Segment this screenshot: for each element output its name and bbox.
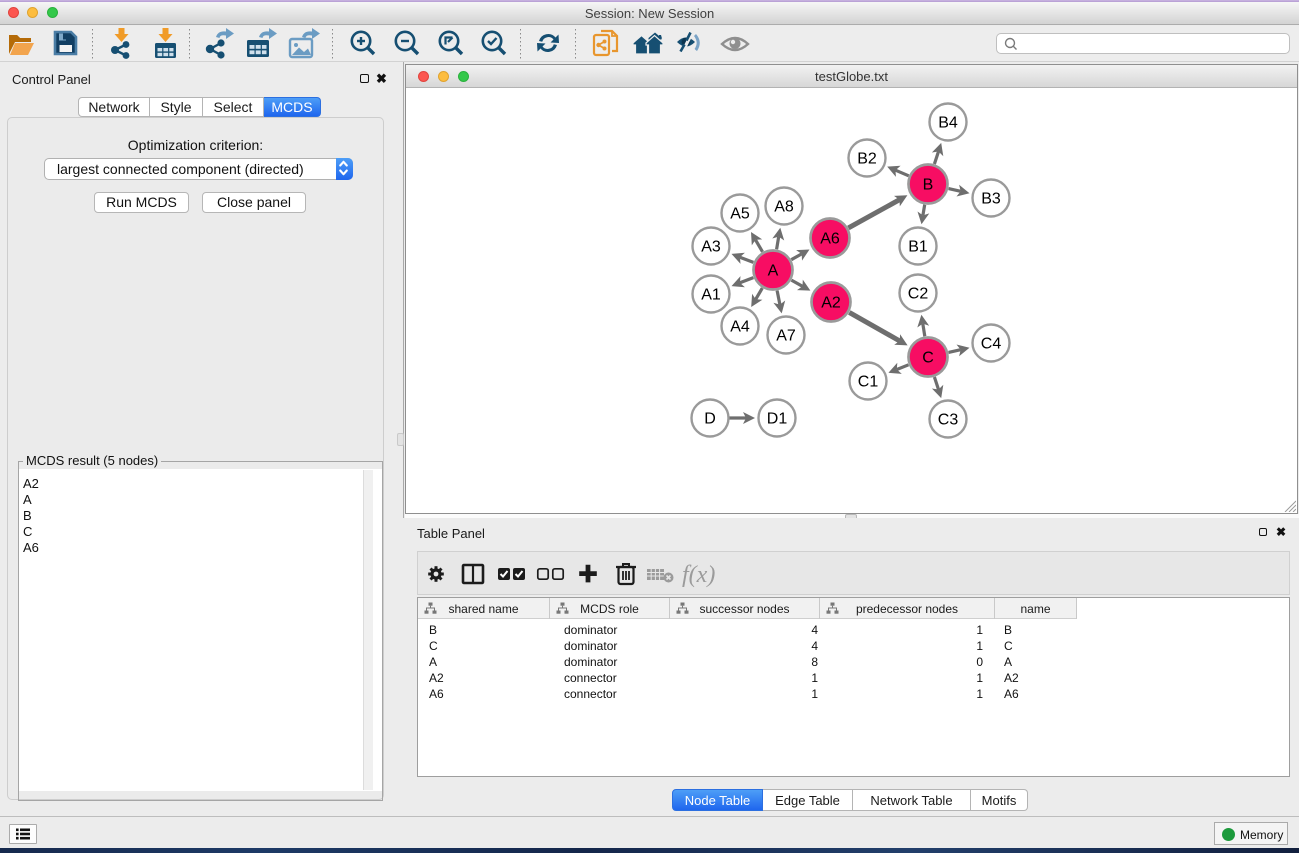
- svg-text:C3: C3: [938, 412, 959, 429]
- svg-text:B4: B4: [938, 115, 958, 132]
- svg-text:C4: C4: [981, 336, 1002, 353]
- svg-text:A8: A8: [774, 199, 794, 216]
- svg-text:D: D: [704, 411, 716, 428]
- svg-text:B1: B1: [908, 239, 928, 256]
- svg-text:B: B: [923, 177, 934, 194]
- svg-text:A7: A7: [776, 328, 796, 345]
- svg-text:C: C: [922, 350, 934, 367]
- svg-text:A4: A4: [730, 319, 750, 336]
- svg-text:A3: A3: [701, 239, 721, 256]
- svg-text:A2: A2: [821, 295, 841, 312]
- svg-text:A6: A6: [820, 231, 840, 248]
- svg-text:f(x): f(x): [682, 562, 715, 588]
- svg-text:C1: C1: [858, 374, 879, 391]
- svg-text:A1: A1: [701, 287, 721, 304]
- svg-text:D1: D1: [767, 411, 788, 428]
- svg-text:C2: C2: [908, 286, 929, 303]
- svg-text:A: A: [768, 263, 779, 280]
- svg-text:B3: B3: [981, 191, 1001, 208]
- svg-text:B2: B2: [857, 151, 877, 168]
- svg-text:A5: A5: [730, 206, 750, 223]
